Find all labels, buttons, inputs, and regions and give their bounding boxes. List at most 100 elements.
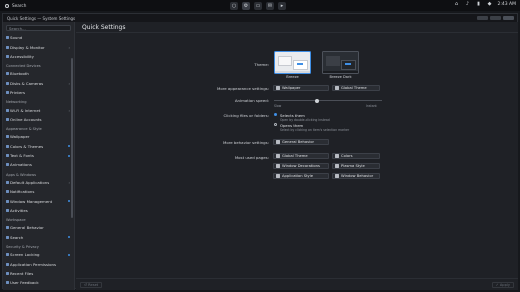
sidebar-item[interactable]: Text & Fonts <box>3 151 74 160</box>
sidebar-item[interactable]: Disks & Cameras › <box>3 79 74 88</box>
window-title: Quick Settings — System Settings <box>7 15 76 21</box>
permissions-icon <box>5 262 9 266</box>
sidebar-item[interactable]: Wallpaper <box>3 132 74 141</box>
most-used-plasma-style[interactable]: Plasma Style <box>332 163 380 170</box>
selects-them-radio[interactable] <box>274 113 278 117</box>
sidebar-item[interactable]: Sound <box>3 33 74 42</box>
apply-button[interactable]: ✓ Apply <box>491 282 514 288</box>
sidebar-item[interactable]: General Behavior <box>3 223 74 232</box>
mail-app-icon[interactable]: ✉ <box>266 1 274 10</box>
sidebar-search-input[interactable]: Search... <box>6 25 71 31</box>
sidebar-item-label: Sound <box>10 35 23 41</box>
sidebar-item[interactable]: Accessibility <box>3 52 74 61</box>
lock-icon <box>5 253 9 257</box>
global-theme-icon <box>335 86 339 90</box>
wallpaper-button[interactable]: Wallpaper <box>273 85 329 92</box>
sidebar-group-header: Networking <box>6 100 27 105</box>
sidebar-item[interactable]: Display & Monitor › <box>3 42 74 51</box>
clock[interactable]: 2:43 AM <box>498 2 517 7</box>
most-used-application-style[interactable]: Application Style <box>273 173 329 180</box>
sidebar-item[interactable]: Animations <box>3 160 74 169</box>
sidebar-item[interactable]: Default Applications › <box>3 178 74 187</box>
titlebar[interactable]: Quick Settings — System Settings <box>3 14 517 22</box>
sidebar-item[interactable]: Colors & Themes <box>3 142 74 151</box>
circle-app-icon[interactable]: ○ <box>230 1 238 10</box>
opens-them-sublabel: Select by clicking on item's selection m… <box>280 128 350 132</box>
sidebar-item[interactable]: Window Management <box>3 196 74 205</box>
sidebar-item[interactable]: Online Accounts <box>3 115 74 124</box>
sidebar-item[interactable]: Bluetooth <box>3 69 74 78</box>
colors-icon <box>335 154 339 158</box>
global-theme-button[interactable]: Global Theme <box>332 85 380 92</box>
window-management-icon <box>5 199 9 203</box>
wallpaper-button-label: Wallpaper <box>282 86 301 91</box>
sidebar-item-label: Notifications <box>10 189 35 195</box>
battery-icon[interactable]: ▮ <box>476 1 482 7</box>
sidebar-item[interactable]: Printers <box>3 88 74 97</box>
maximize-button[interactable] <box>490 15 501 20</box>
panel-search-label: Search <box>12 3 27 8</box>
sidebar-item[interactable]: Wi-Fi & Internet › <box>3 105 74 114</box>
sidebar-item-label: Accessibility <box>10 53 34 59</box>
opens-them-radio[interactable] <box>274 123 278 127</box>
files-app-icon[interactable]: ▭ <box>254 1 262 10</box>
theme-card-breeze-dark[interactable] <box>322 51 359 74</box>
animation-speed-slider-handle[interactable] <box>315 98 320 103</box>
close-button[interactable] <box>503 15 514 20</box>
most-used-global-theme[interactable]: Global Theme <box>273 153 329 160</box>
status-dot <box>67 145 70 148</box>
printer-icon <box>5 91 9 95</box>
desktop: Search ○ ⚙ ▭ ✉ ▸ ⌂ ♪ ▮ ◆ 2:43 AM Quick S… <box>0 0 520 292</box>
task-manager: ○ ⚙ ▭ ✉ ▸ <box>230 1 286 10</box>
sidebar-item-label: Colors & Themes <box>10 143 44 149</box>
chevron-right-icon: › <box>68 179 70 185</box>
sidebar-group-header: Apps & Windows <box>6 172 37 177</box>
theme-caption-breeze-wrap: Breeze <box>274 75 311 80</box>
sidebar-item[interactable]: Activities <box>3 206 74 215</box>
theme-card-breeze[interactable] <box>274 51 311 74</box>
most-used-label-5: Window Behavior <box>341 174 374 179</box>
theme-caption-breeze-dark-wrap: Breeze Dark <box>322 75 359 80</box>
most-used-window-decorations[interactable]: Window Decorations <box>273 163 329 170</box>
sidebar-item-label: Screen Locking <box>10 252 40 258</box>
sidebar-item-label: Wi-Fi & Internet <box>10 107 41 113</box>
most-used-window-behavior[interactable]: Window Behavior <box>332 173 380 180</box>
sidebar-item[interactable]: Application Permissions <box>3 259 74 268</box>
slow-label: Slow <box>274 104 282 108</box>
recent-files-icon <box>5 272 9 275</box>
general-behavior-button[interactable]: General Behavior <box>273 139 329 146</box>
instant-label: Instant <box>366 104 377 108</box>
terminal-app-icon[interactable]: ▸ <box>278 1 286 10</box>
wallpaper-icon <box>276 86 280 90</box>
most-used-label-4: Application Style <box>282 174 314 179</box>
sidebar-scrollbar[interactable] <box>71 58 73 218</box>
sidebar-item-label: Window Management <box>10 198 53 204</box>
theme-caption-breeze-dark: Breeze Dark <box>329 75 352 79</box>
click-behavior-label: Clicking files or folders: <box>223 113 269 118</box>
most-used-colors[interactable]: Colors <box>332 153 380 160</box>
status-dot <box>67 253 70 256</box>
sidebar-item-label: Disks & Cameras <box>10 80 44 86</box>
more-behavior-label: More behavior settings: <box>222 140 269 145</box>
sidebar-item[interactable]: Recent Files <box>3 269 74 278</box>
general-behavior-icon <box>5 226 9 230</box>
network-icon[interactable]: ⌂ <box>454 1 460 7</box>
activities-icon <box>5 209 9 213</box>
footer-bar: ↺ Reset ✓ Apply <box>76 278 518 290</box>
sidebar-item[interactable]: Search <box>3 233 74 242</box>
volume-icon[interactable]: ♪ <box>465 1 471 7</box>
sidebar-item[interactable]: Notifications <box>3 187 74 196</box>
sidebar-item[interactable]: Screen Locking <box>3 250 74 259</box>
minimize-button[interactable] <box>477 15 488 20</box>
sidebar-item-label: Recent Files <box>10 271 34 276</box>
reset-button[interactable]: ↺ Reset <box>80 282 103 288</box>
chevron-right-icon: › <box>68 44 70 50</box>
application-style-icon <box>276 174 280 178</box>
selects-them-sublabel: Open by double-clicking instead <box>280 118 330 122</box>
panel-search-button[interactable]: Search <box>0 3 60 8</box>
notifications-icon <box>5 190 9 194</box>
settings-app-icon[interactable]: ⚙ <box>242 1 250 10</box>
sidebar-item[interactable]: User Feedback <box>3 278 74 287</box>
notifications-icon[interactable]: ◆ <box>487 1 493 7</box>
animation-speed-slider[interactable] <box>274 100 382 101</box>
